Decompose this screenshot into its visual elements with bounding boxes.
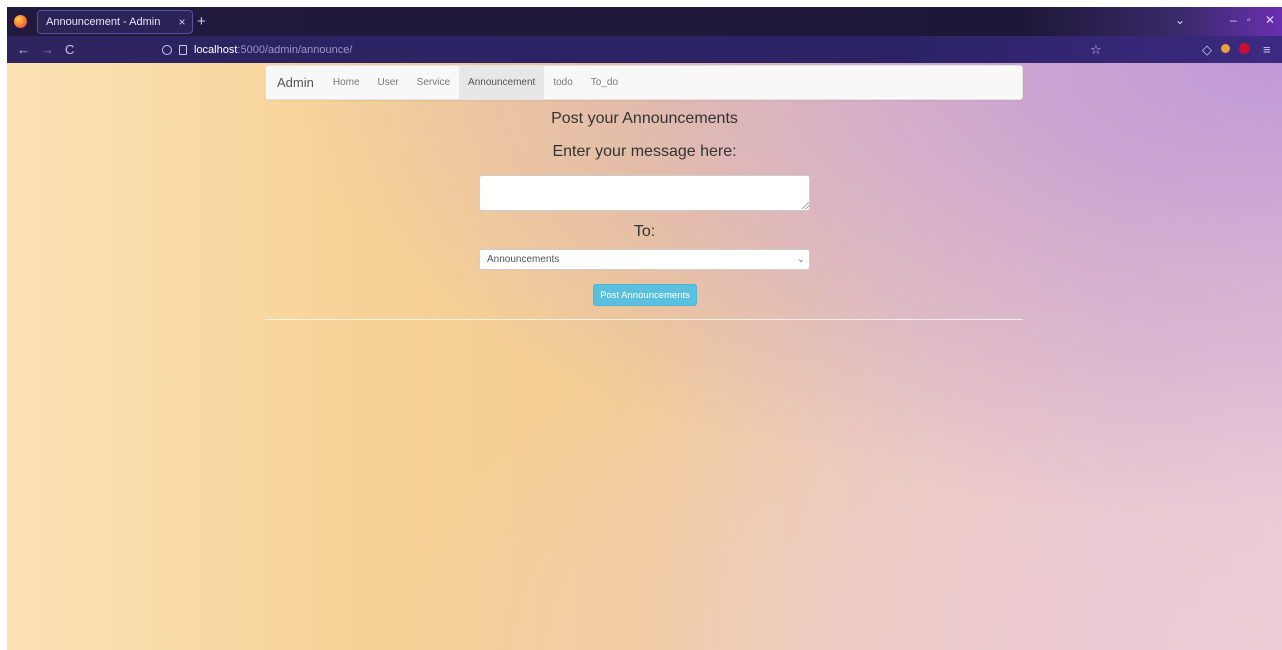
firefox-logo-icon bbox=[14, 15, 27, 28]
nav-item-service[interactable]: Service bbox=[408, 66, 459, 99]
minimize-icon[interactable]: – bbox=[1230, 13, 1237, 27]
extension-icon[interactable] bbox=[1221, 44, 1230, 53]
pocket-icon[interactable]: ◇ bbox=[1202, 42, 1212, 58]
forward-icon[interactable]: → bbox=[41, 42, 54, 57]
page-content: Admin Home User Service Announcement tod… bbox=[7, 63, 1282, 650]
navbar-brand[interactable]: Admin bbox=[266, 66, 324, 99]
divider bbox=[265, 319, 1023, 320]
browser-toolbar: ← → C localhost:5000/admin/announce/ ☆ ◇… bbox=[7, 36, 1282, 63]
reload-icon[interactable]: C bbox=[65, 42, 74, 57]
tracking-shield-icon[interactable] bbox=[162, 44, 172, 55]
back-icon[interactable]: ← bbox=[17, 42, 30, 57]
maximize-icon[interactable]: ▫ bbox=[1247, 15, 1251, 26]
new-tab-icon[interactable]: + bbox=[197, 13, 206, 30]
to-label: To: bbox=[633, 223, 656, 240]
tab-announcement-admin[interactable]: Announcement - Admin × bbox=[37, 10, 193, 34]
browser-window: Announcement - Admin × + ⌄ – ▫ ✕ ← → C l… bbox=[7, 7, 1282, 650]
ublock-icon[interactable] bbox=[1239, 43, 1250, 54]
nav-item-announcement[interactable]: Announcement bbox=[459, 66, 545, 99]
chevron-down-icon: ⌄ bbox=[797, 254, 805, 264]
admin-navbar: Admin Home User Service Announcement tod… bbox=[265, 65, 1023, 100]
post-announcements-button[interactable]: Post Announcements bbox=[593, 284, 697, 306]
page-title: Post your Announcements bbox=[551, 110, 738, 127]
nav-item-todo[interactable]: todo bbox=[544, 66, 581, 99]
url-path: :5000/admin/announce/ bbox=[237, 43, 353, 56]
message-label: Enter your message here: bbox=[552, 143, 737, 160]
nav-item-to-do[interactable]: To_do bbox=[582, 66, 627, 99]
message-textarea[interactable] bbox=[479, 175, 810, 211]
tab-close-icon[interactable]: × bbox=[172, 15, 192, 29]
app-menu-icon[interactable]: ≡ bbox=[1263, 42, 1271, 57]
close-window-icon[interactable]: ✕ bbox=[1265, 13, 1275, 27]
tab-list-icon[interactable]: ⌄ bbox=[1175, 13, 1185, 27]
tab-title: Announcement - Admin bbox=[46, 16, 161, 28]
recipient-select[interactable]: Announcements ⌄ bbox=[479, 249, 810, 270]
page-info-icon[interactable] bbox=[179, 44, 187, 55]
tab-strip: Announcement - Admin × + ⌄ – ▫ ✕ bbox=[7, 7, 1282, 36]
url-host: localhost bbox=[194, 43, 238, 56]
nav-item-user[interactable]: User bbox=[369, 66, 408, 99]
url-bar[interactable]: localhost:5000/admin/announce/ bbox=[162, 39, 1122, 60]
bookmark-star-icon[interactable]: ☆ bbox=[1090, 42, 1102, 58]
recipient-select-value: Announcements bbox=[487, 254, 560, 265]
resize-grip-icon[interactable] bbox=[802, 202, 809, 209]
nav-item-home[interactable]: Home bbox=[324, 66, 369, 99]
